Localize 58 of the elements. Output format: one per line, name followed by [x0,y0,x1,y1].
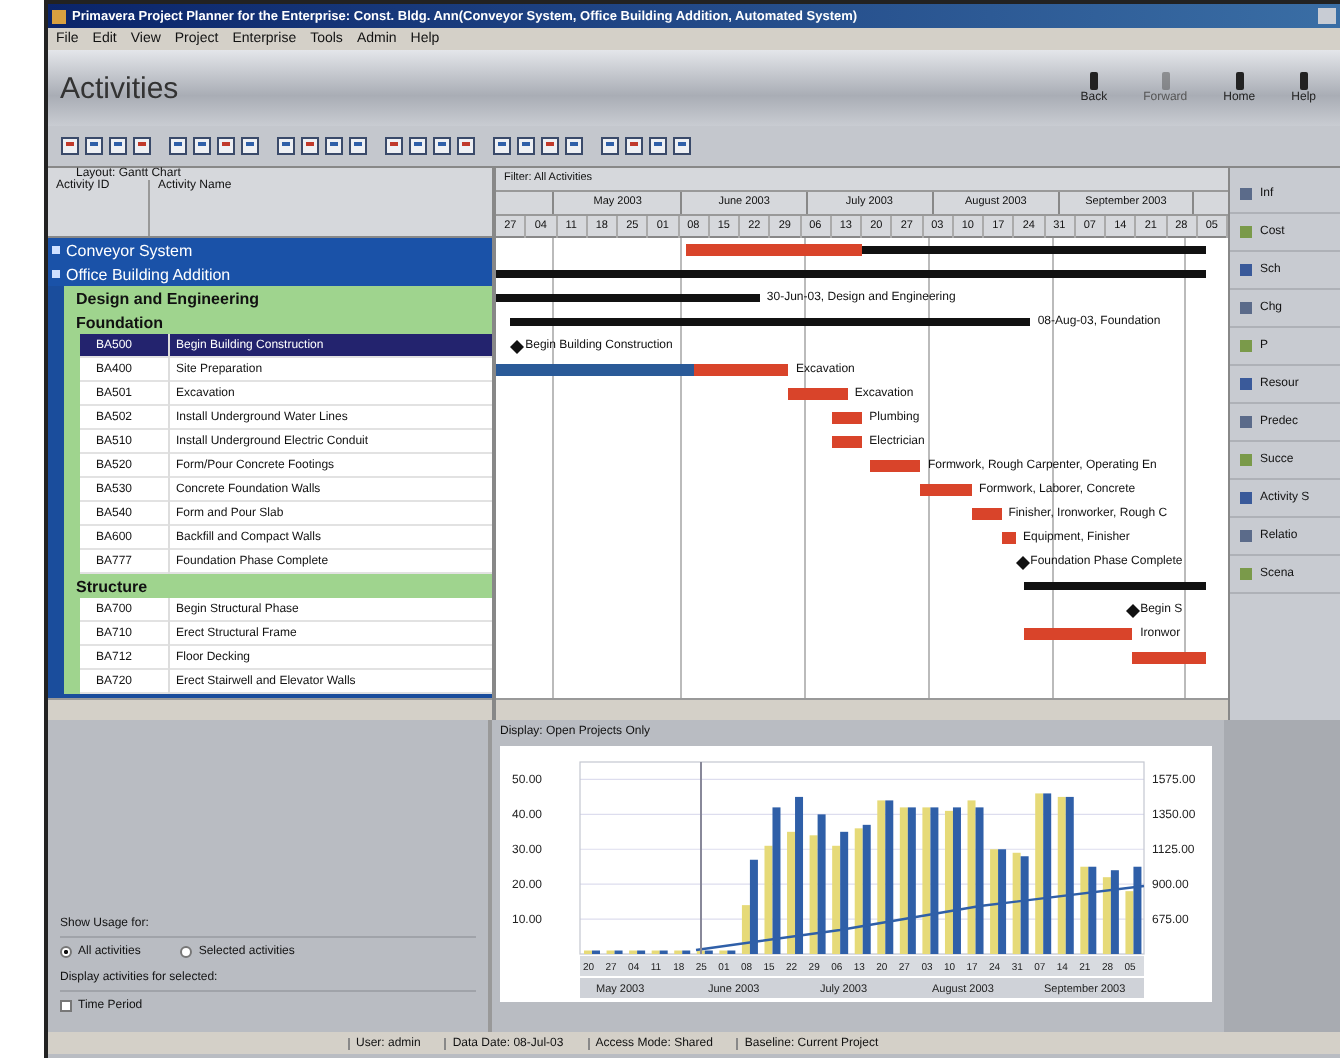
milestone-icon [1125,603,1140,617]
toolbar-icon[interactable] [564,136,584,156]
toolbar-icon[interactable] [408,136,428,156]
activity-bar[interactable] [1001,532,1016,544]
panel-icon [1238,338,1254,354]
wbs-name: Design and Engineering [76,289,260,307]
toolbar-icon[interactable] [324,136,344,156]
toolbar-icon[interactable] [648,136,668,156]
toolbar-icon[interactable] [384,136,404,156]
page-title: Activities [60,71,179,105]
toolbar-icon[interactable] [276,136,296,156]
milestone-icon [510,339,525,353]
toolbar-icon[interactable] [60,136,80,156]
panel-icon [1238,490,1254,506]
toolbar-icon[interactable] [492,136,512,156]
radio-icon[interactable] [60,946,72,958]
wbs-name: Structure [76,577,148,595]
toolbar-icon[interactable] [540,136,560,156]
toolbar-icon[interactable] [300,136,320,156]
scrollbar[interactable] [496,698,1228,720]
toolbar-icon[interactable] [84,136,104,156]
milestone-icon [1015,555,1030,569]
panel-icon [1238,376,1254,392]
panel-icon [1238,566,1254,582]
panel-icon [1238,414,1254,430]
toolbar-icon[interactable] [456,136,476,156]
checkbox[interactable] [60,1000,72,1012]
toolbar-icon[interactable] [132,136,152,156]
toolbar-icon[interactable] [108,136,128,156]
wbs-name: Office Building Addition [66,265,231,283]
wbs-row[interactable]: Design and Engineering [64,286,492,310]
wbs-name: Conveyor System [66,241,193,259]
wbs-row[interactable]: Conveyor System [48,238,492,262]
panel-icon [1238,528,1254,544]
toolbar-icon[interactable] [240,136,260,156]
toolbar-icon[interactable] [348,136,368,156]
radio-icon[interactable] [180,946,193,958]
panel-icon [1238,300,1254,316]
toolbar-icon[interactable] [672,136,692,156]
toolbar-icon[interactable] [624,136,644,156]
wbs-row[interactable]: Structure [64,574,492,598]
toolbar-icon[interactable] [192,136,212,156]
toolbar-icon[interactable] [600,136,620,156]
scrollbar[interactable] [48,698,492,720]
toolbar-icon[interactable] [516,136,536,156]
panel-icon [1238,452,1254,468]
toolbar-icon[interactable] [168,136,188,156]
activity-bar[interactable] [869,460,921,472]
toolbar-icon[interactable] [432,136,452,156]
panel-icon [1238,186,1254,202]
activity-bar[interactable] [971,508,1002,520]
toolbar-icon[interactable] [216,136,236,156]
wbs-name: Foundation [76,313,164,331]
panel-icon [1238,224,1254,240]
wbs-row[interactable]: Office Building Addition [48,262,492,286]
wbs-row[interactable]: Foundation [64,310,492,334]
panel-icon [1238,262,1254,278]
app-icon [52,9,66,23]
